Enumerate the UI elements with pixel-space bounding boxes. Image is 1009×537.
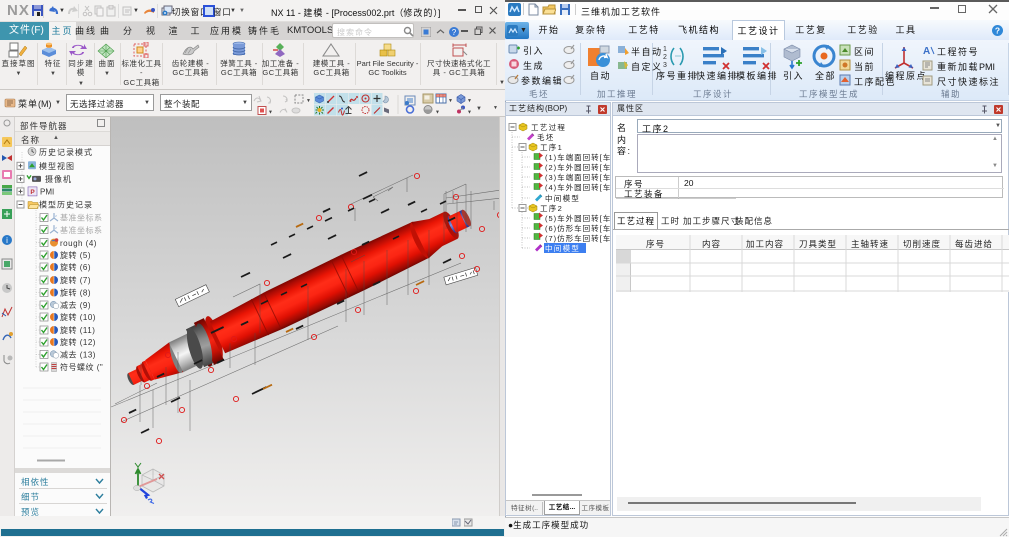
svg-text:旋转 (11): 旋转 (11) xyxy=(60,325,95,335)
svg-text:旋转 (12): 旋转 (12) xyxy=(60,337,96,347)
svg-text:▼: ▼ xyxy=(268,110,273,116)
svg-text:毛坯: 毛坯 xyxy=(537,132,555,142)
svg-text:符号螺纹 (": 符号螺纹 (" xyxy=(60,362,103,372)
svg-text:减去 (13): 减去 (13) xyxy=(60,350,96,360)
svg-text:i: i xyxy=(6,236,8,245)
svg-text:基准坐标系: 基准坐标系 xyxy=(60,213,103,223)
svg-text:▼: ▼ xyxy=(448,98,453,104)
svg-text:旋转 (8): 旋转 (8) xyxy=(60,288,91,298)
svg-text:3: 3 xyxy=(663,62,667,69)
svg-text:摄像机: 摄像机 xyxy=(45,174,72,184)
svg-text:旋转 (6): 旋转 (6) xyxy=(60,262,91,272)
svg-text:?: ? xyxy=(452,28,457,37)
svg-text:z: z xyxy=(55,225,57,230)
svg-text:(6)仿形车回转[车: (6)仿形车回转[车 xyxy=(545,223,610,233)
svg-text:2: 2 xyxy=(663,54,667,61)
svg-text:旋转 (10): 旋转 (10) xyxy=(60,312,96,322)
svg-text:基准坐标系: 基准坐标系 xyxy=(60,225,103,235)
svg-text:(2)车外圆回转[车: (2)车外圆回转[车 xyxy=(545,162,610,172)
svg-text:旋转 (7): 旋转 (7) xyxy=(60,275,91,285)
svg-text:(7)仿形车回转[车: (7)仿形车回转[车 xyxy=(545,233,610,243)
svg-text:▼: ▼ xyxy=(467,110,472,116)
svg-text:▼: ▼ xyxy=(493,105,498,111)
svg-text:中间模型: 中间模型 xyxy=(545,193,580,203)
svg-text:旋转 (5): 旋转 (5) xyxy=(60,250,91,260)
svg-text:中间模型: 中间模型 xyxy=(545,243,580,253)
svg-text:工序2: 工序2 xyxy=(540,203,563,213)
svg-text:历史记录模式: 历史记录模式 xyxy=(39,147,93,157)
svg-text:rough (4): rough (4) xyxy=(60,239,97,248)
svg-text:工艺过程: 工艺过程 xyxy=(531,122,566,132)
svg-text:模型历史记录: 模型历史记录 xyxy=(39,200,93,210)
svg-text:(1)车端面回转[车: (1)车端面回转[车 xyxy=(545,152,610,162)
svg-text:工序1: 工序1 xyxy=(540,142,563,152)
svg-text:A: A xyxy=(923,46,930,56)
svg-text:?: ? xyxy=(995,26,1000,36)
svg-text:▼: ▼ xyxy=(306,98,311,104)
svg-text:模型视图: 模型视图 xyxy=(39,161,75,171)
svg-text:(5)车外圆回转[车: (5)车外圆回转[车 xyxy=(545,213,610,223)
svg-text:(3)车端面回转[车: (3)车端面回转[车 xyxy=(545,172,610,182)
svg-text:1: 1 xyxy=(663,46,667,53)
svg-text:▼: ▼ xyxy=(467,98,472,104)
svg-text:P: P xyxy=(30,189,35,196)
svg-text:PMI: PMI xyxy=(40,188,54,197)
svg-text:减去 (9): 减去 (9) xyxy=(60,300,91,310)
svg-text:z: z xyxy=(55,213,57,218)
svg-text:(4)车外圆回转[车: (4)车外圆回转[车 xyxy=(545,182,610,192)
svg-text:▼: ▼ xyxy=(435,110,440,116)
